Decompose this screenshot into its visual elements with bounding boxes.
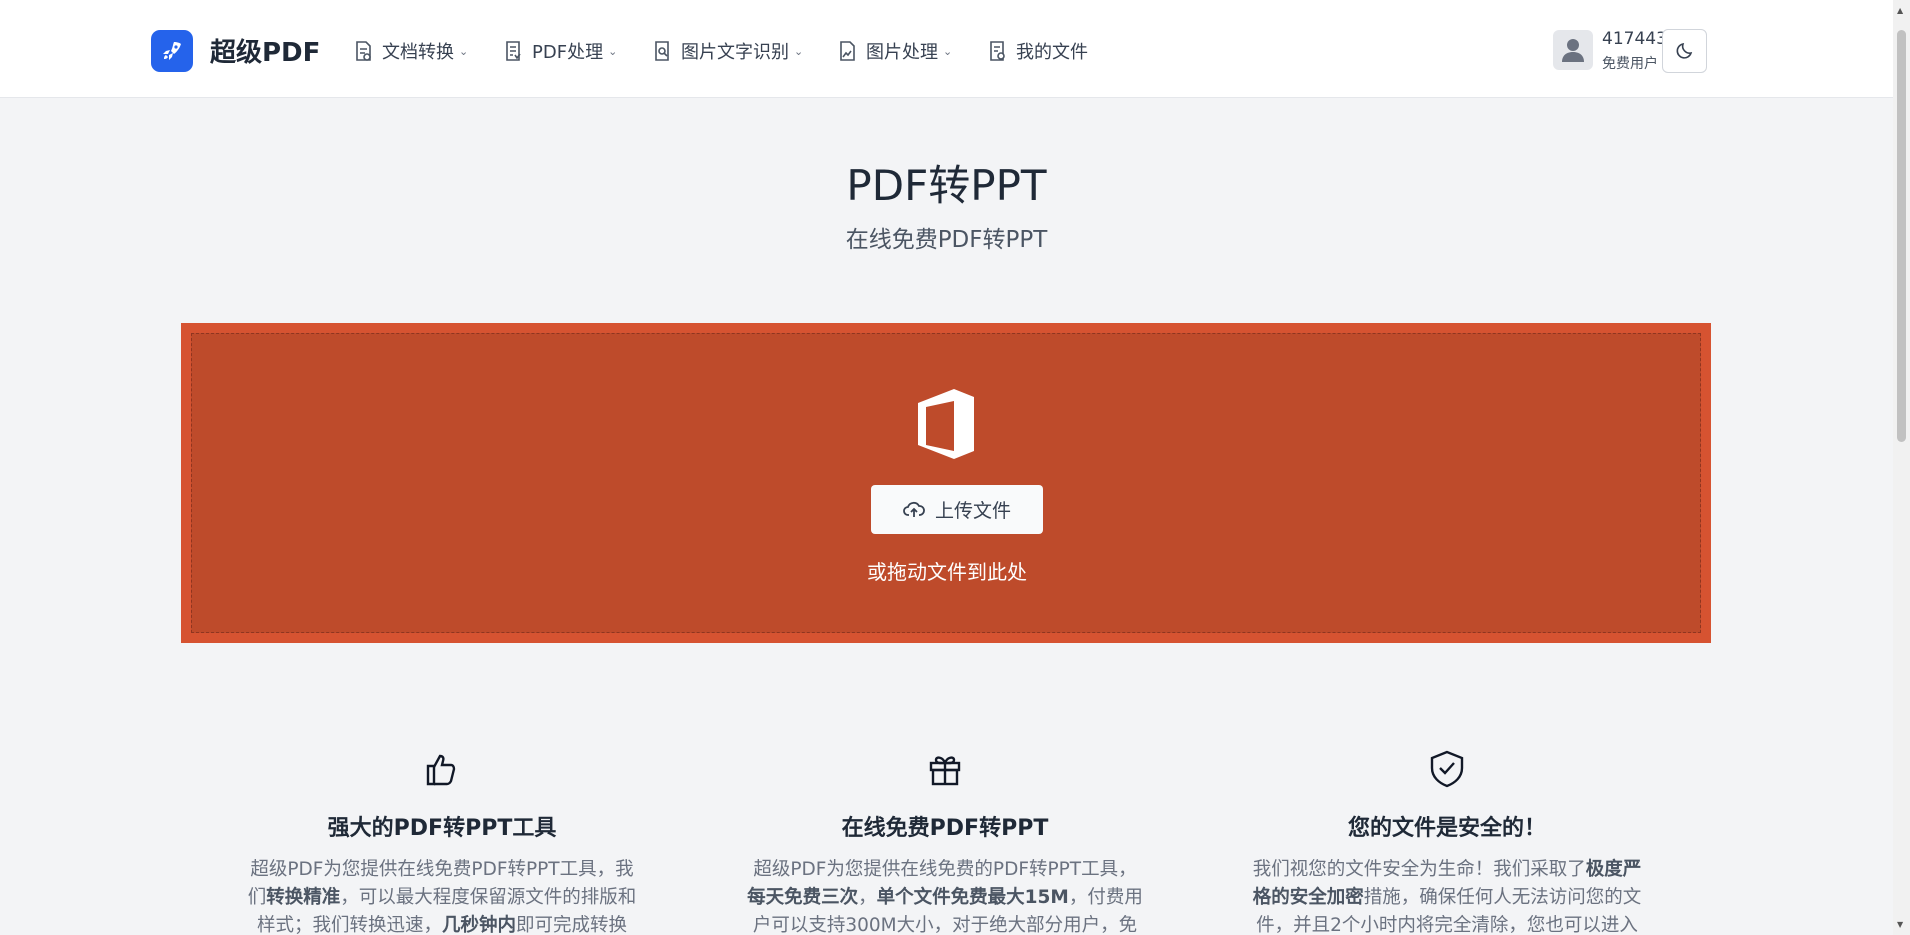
scrollbar-thumb[interactable] — [1897, 30, 1906, 442]
feature-description: 超级PDF为您提供在线免费的PDF转PPT工具， 每天免费三次，单个文件免费最大1… — [747, 859, 1143, 935]
feature-free-online: 在线免费PDF转PPT 超级PDF为您提供在线免费的PDF转PPT工具， 每天免费… — [735, 748, 1155, 935]
feature-title: 在线免费PDF转PPT — [841, 816, 1049, 841]
cloud-upload-icon — [903, 501, 925, 517]
chevron-down-icon: ⌄ — [608, 44, 618, 58]
user-avatar[interactable] — [1553, 30, 1593, 70]
feature-file-security: 您的文件是安全的！ 我们视您的文件安全为生命！我们采取了极度严 格的安全加密措施，… — [1237, 748, 1657, 935]
shield-check-icon — [1430, 750, 1464, 788]
chevron-down-icon: ⌄ — [459, 44, 469, 58]
image-process-icon — [836, 40, 858, 62]
top-navbar: 超级PDF 文档转换 ⌄ PDF处理 ⌄ 图片文字识别 ⌄ 图片处理 ⌄ 我的文… — [0, 0, 1893, 98]
nav-label: 我的文件 — [1016, 42, 1088, 63]
gift-icon — [929, 756, 961, 786]
user-icon — [1562, 39, 1584, 62]
nav-image-process[interactable]: 图片处理 ⌄ — [836, 38, 952, 64]
theme-toggle-button[interactable] — [1662, 29, 1707, 73]
chevron-down-icon: ⌄ — [794, 44, 804, 58]
user-role: 免费用户 — [1602, 56, 1658, 72]
feature-description: 超级PDF为您提供在线免费PDF转PPT工具，我 们转换精准，可以最大程度保留源文… — [247, 859, 637, 935]
scroll-down-arrow-icon[interactable]: ▼ — [1897, 920, 1903, 929]
nav-document-convert[interactable]: 文档转换 ⌄ — [352, 38, 468, 64]
upload-dropzone[interactable]: 上传文件 或拖动文件到此处 — [181, 323, 1711, 643]
rocket-icon[interactable] — [151, 30, 193, 72]
upload-button-label: 上传文件 — [934, 500, 1011, 522]
nav-ocr[interactable]: 图片文字识别 ⌄ — [651, 38, 803, 64]
chevron-down-icon: ⌄ — [943, 44, 953, 58]
moon-icon — [1676, 42, 1692, 59]
app-logo-text[interactable]: 超级PDF — [210, 32, 320, 69]
nav-label: PDF处理 — [532, 42, 604, 63]
nav-label: 文档转换 — [382, 42, 454, 63]
page-title: PDF转PPT — [846, 161, 1047, 210]
nav-my-files[interactable]: 我的文件 — [986, 38, 1088, 64]
ocr-icon — [651, 40, 673, 62]
document-convert-icon — [352, 40, 374, 62]
feature-description: 我们视您的文件安全为生命！我们采取了极度严 格的安全加密措施，确保任何人无法访问您… — [1252, 859, 1642, 935]
scroll-up-arrow-icon[interactable]: ▲ — [1897, 6, 1903, 15]
nav-label: 图片文字识别 — [681, 42, 789, 63]
thumbs-up-icon — [426, 754, 456, 786]
upload-file-button[interactable]: 上传文件 — [871, 485, 1043, 534]
feature-title: 您的文件是安全的！ — [1347, 816, 1546, 841]
upload-dropzone-inner[interactable]: 上传文件 或拖动文件到此处 — [191, 333, 1701, 633]
nav-pdf-process[interactable]: PDF处理 ⌄ — [502, 38, 617, 64]
my-files-icon — [986, 40, 1008, 62]
feature-title: 强大的PDF转PPT工具 — [327, 816, 557, 841]
page-subtitle: 在线免费PDF转PPT — [845, 227, 1048, 253]
nav-label: 图片处理 — [866, 42, 938, 63]
drop-hint-text: 或拖动文件到此处 — [867, 560, 1027, 584]
vertical-scrollbar[interactable]: ▲ ▼ — [1893, 0, 1910, 935]
pdf-process-icon — [502, 40, 524, 62]
feature-powerful-tool: 强大的PDF转PPT工具 超级PDF为您提供在线免费PDF转PPT工具，我 们转换… — [232, 748, 652, 935]
office-icon — [918, 389, 974, 459]
